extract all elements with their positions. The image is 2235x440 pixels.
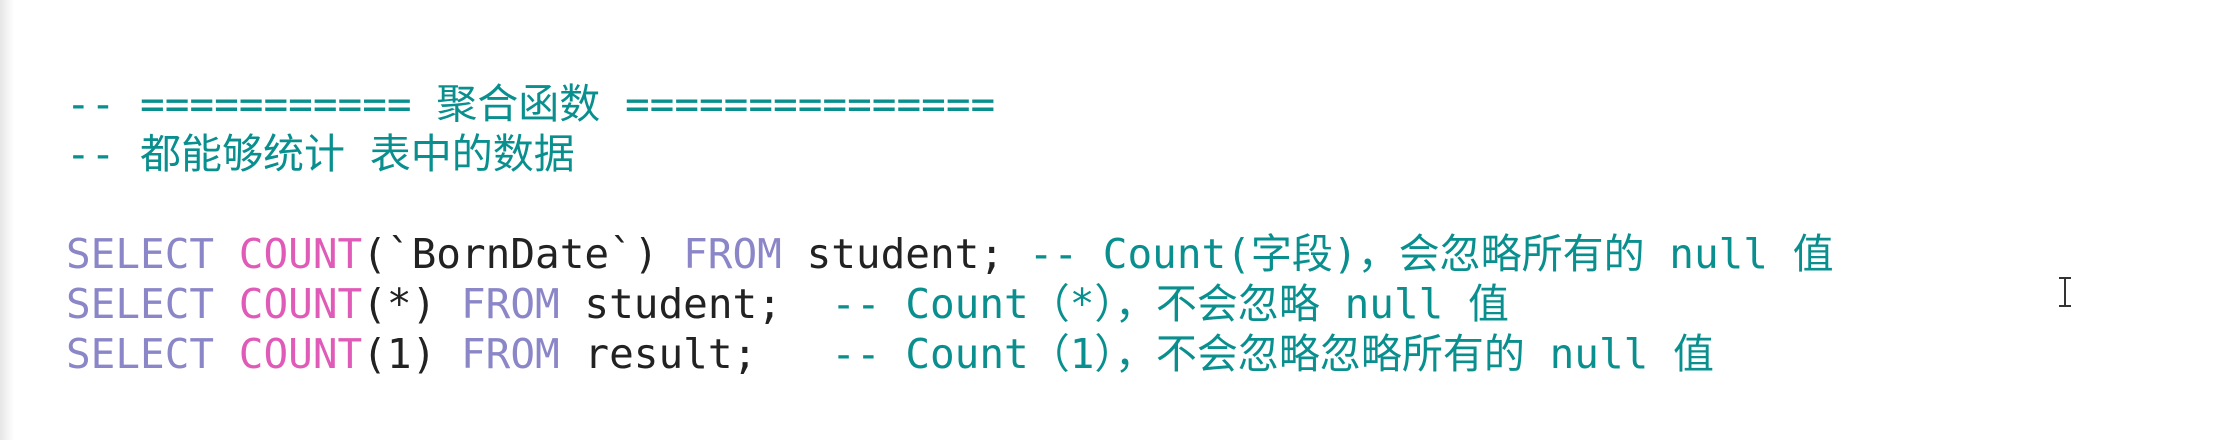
sql-editor[interactable]: -- =========== 聚合函数 =============== -- 都… bbox=[0, 0, 2235, 440]
select-keyword: SELECT bbox=[66, 280, 215, 328]
from-keyword: FROM bbox=[460, 280, 560, 328]
select-keyword: SELECT bbox=[66, 230, 215, 278]
code-line-count-one: SELECT COUNT(1) FROM result; -- Count（1）… bbox=[66, 329, 1714, 379]
text-cursor-icon bbox=[2058, 277, 2072, 307]
table-name: student; bbox=[584, 280, 782, 328]
code-line-count-borndate: SELECT COUNT(`BornDate`) FROM student; -… bbox=[66, 229, 1834, 279]
editor-gutter-edge bbox=[0, 0, 14, 440]
from-keyword: FROM bbox=[460, 330, 560, 378]
inline-comment: -- Count（*），不会忽略 null 值 bbox=[831, 280, 1510, 328]
from-keyword: FROM bbox=[683, 230, 782, 278]
inline-comment: -- Count（1），不会忽略忽略所有的 null 值 bbox=[831, 330, 1715, 378]
inline-comment: -- Count(字段)，会忽略所有的 null 值 bbox=[1028, 230, 1834, 278]
code-line-count-star: SELECT COUNT(*) FROM student; -- Count（*… bbox=[66, 279, 1509, 329]
count-function: COUNT bbox=[238, 330, 363, 378]
count-argument: (`BornDate`) bbox=[362, 230, 659, 278]
count-function: COUNT bbox=[238, 230, 363, 278]
comment-text: -- 都能够统计 表中的数据 bbox=[66, 130, 575, 178]
table-name: result; bbox=[584, 330, 758, 378]
count-function: COUNT bbox=[238, 280, 363, 328]
table-name: student; bbox=[806, 230, 1005, 278]
count-argument: (1) bbox=[362, 330, 437, 378]
comment-text: -- =========== 聚合函数 =============== bbox=[66, 80, 996, 128]
code-line-comment-header: -- =========== 聚合函数 =============== bbox=[66, 79, 995, 129]
count-argument: (*) bbox=[362, 280, 437, 328]
code-line-comment-description: -- 都能够统计 表中的数据 bbox=[66, 129, 575, 179]
select-keyword: SELECT bbox=[66, 330, 215, 378]
